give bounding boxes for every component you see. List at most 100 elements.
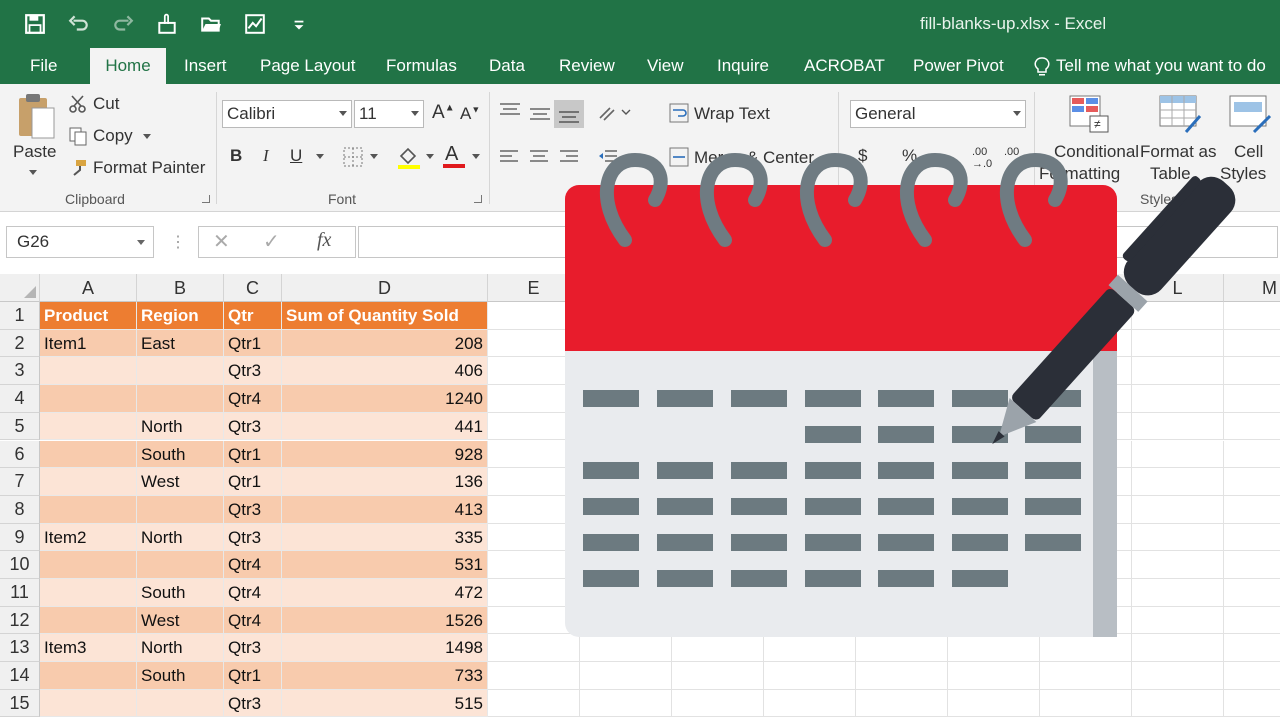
column-header-c[interactable]: C: [224, 274, 282, 302]
table-cell[interactable]: West: [137, 468, 224, 496]
wrap-text-button[interactable]: Wrap Text: [694, 104, 770, 124]
row-header[interactable]: 15: [0, 689, 40, 718]
table-cell[interactable]: 1526: [282, 606, 488, 635]
tab-inquire[interactable]: Inquire: [705, 48, 781, 84]
row-header[interactable]: 7: [0, 468, 40, 496]
table-cell[interactable]: 1498: [282, 634, 488, 663]
copy-dropdown-icon[interactable]: [143, 134, 151, 139]
header-cell[interactable]: Sum of Quantity Sold: [282, 302, 488, 330]
table-cell[interactable]: East: [137, 329, 224, 358]
table-cell[interactable]: [40, 579, 137, 607]
bold-button[interactable]: B: [230, 146, 242, 166]
align-bottom-icon[interactable]: [554, 100, 584, 128]
table-cell[interactable]: 531: [282, 551, 488, 579]
italic-button[interactable]: I: [263, 146, 269, 166]
table-cell[interactable]: Qtr3: [224, 357, 282, 386]
align-center-icon[interactable]: [528, 146, 550, 173]
header-cell[interactable]: Qtr: [224, 302, 282, 330]
table-cell[interactable]: Qtr3: [224, 523, 282, 552]
row-header[interactable]: 2: [0, 329, 40, 358]
table-cell[interactable]: Item2: [40, 523, 137, 552]
table-cell[interactable]: Qtr1: [224, 468, 282, 496]
table-cell[interactable]: 136: [282, 468, 488, 496]
tab-view[interactable]: View: [635, 48, 696, 84]
table-cell[interactable]: Qtr3: [224, 412, 282, 441]
row-header[interactable]: 8: [0, 495, 40, 524]
header-cell[interactable]: Region: [137, 302, 224, 330]
row-header[interactable]: 13: [0, 634, 40, 663]
table-cell[interactable]: [40, 551, 137, 579]
tab-formulas[interactable]: Formulas: [374, 48, 469, 84]
table-cell[interactable]: [40, 662, 137, 690]
table-cell[interactable]: [137, 495, 224, 524]
select-all-button[interactable]: [0, 274, 40, 302]
font-color-icon[interactable]: A: [442, 142, 466, 175]
tab-data[interactable]: Data: [477, 48, 537, 84]
column-header-d[interactable]: D: [282, 274, 488, 302]
row-header[interactable]: 12: [0, 606, 40, 635]
table-cell[interactable]: Qtr3: [224, 495, 282, 524]
empty-cell[interactable]: [856, 662, 948, 690]
cancel-entry-icon[interactable]: ✕: [213, 229, 230, 254]
header-cell[interactable]: Product: [40, 302, 137, 330]
empty-cell[interactable]: [764, 662, 856, 690]
table-cell[interactable]: Qtr1: [224, 440, 282, 469]
table-cell[interactable]: [40, 412, 137, 441]
table-cell[interactable]: [40, 468, 137, 496]
grow-font-icon[interactable]: A▲: [432, 102, 455, 124]
table-cell[interactable]: 335: [282, 523, 488, 552]
font-size-select[interactable]: 11: [354, 100, 424, 128]
chart-icon[interactable]: [240, 10, 270, 38]
empty-cell[interactable]: [856, 689, 948, 718]
empty-cell[interactable]: [488, 662, 580, 690]
cut-button[interactable]: Cut: [93, 94, 119, 114]
underline-button[interactable]: U: [290, 146, 302, 166]
tab-power-pivot[interactable]: Power Pivot: [901, 48, 1016, 84]
empty-cell[interactable]: [672, 689, 764, 718]
table-cell[interactable]: [137, 689, 224, 718]
row-header[interactable]: 10: [0, 551, 40, 579]
table-cell[interactable]: Qtr3: [224, 634, 282, 663]
row-header[interactable]: 1: [0, 302, 40, 330]
table-cell[interactable]: [137, 551, 224, 579]
table-cell[interactable]: 208: [282, 329, 488, 358]
table-cell[interactable]: Qtr4: [224, 385, 282, 413]
copy-button[interactable]: Copy: [93, 126, 133, 146]
number-format-select[interactable]: General: [850, 100, 1026, 128]
open-icon[interactable]: [196, 10, 226, 38]
fill-dropdown-icon[interactable]: [426, 154, 434, 159]
empty-cell[interactable]: [580, 662, 672, 690]
redo-icon[interactable]: [108, 10, 138, 38]
align-left-icon[interactable]: [498, 146, 520, 173]
empty-cell[interactable]: [1040, 662, 1132, 690]
conditional-formatting-icon[interactable]: ≠: [1068, 94, 1112, 139]
font-launcher-icon[interactable]: [474, 195, 482, 203]
empty-cell[interactable]: [1040, 689, 1132, 718]
table-cell[interactable]: 441: [282, 412, 488, 441]
name-box[interactable]: G26: [6, 226, 154, 258]
table-cell[interactable]: Qtr4: [224, 551, 282, 579]
font-color-dropdown-icon[interactable]: [472, 154, 480, 159]
empty-cell[interactable]: [488, 689, 580, 718]
table-cell[interactable]: West: [137, 606, 224, 635]
touch-mode-icon[interactable]: [152, 10, 182, 38]
column-header-a[interactable]: A: [40, 274, 137, 302]
insert-function-button[interactable]: fx: [317, 229, 331, 252]
tab-home[interactable]: Home: [90, 48, 166, 85]
table-cell[interactable]: Qtr1: [224, 662, 282, 690]
empty-cell[interactable]: [948, 662, 1040, 690]
table-cell[interactable]: [40, 495, 137, 524]
format-painter-icon[interactable]: [68, 158, 88, 183]
table-cell[interactable]: North: [137, 412, 224, 441]
save-icon[interactable]: [20, 10, 50, 38]
row-header[interactable]: 9: [0, 523, 40, 552]
shrink-font-icon[interactable]: A▼: [460, 104, 480, 124]
table-cell[interactable]: South: [137, 662, 224, 690]
empty-cell[interactable]: [1224, 690, 1280, 718]
customize-qat-icon[interactable]: [284, 10, 314, 38]
undo-icon[interactable]: [64, 10, 94, 38]
table-cell[interactable]: [40, 357, 137, 386]
clipboard-launcher-icon[interactable]: [202, 195, 210, 203]
table-cell[interactable]: North: [137, 634, 224, 663]
orientation-icon[interactable]: [596, 102, 632, 129]
